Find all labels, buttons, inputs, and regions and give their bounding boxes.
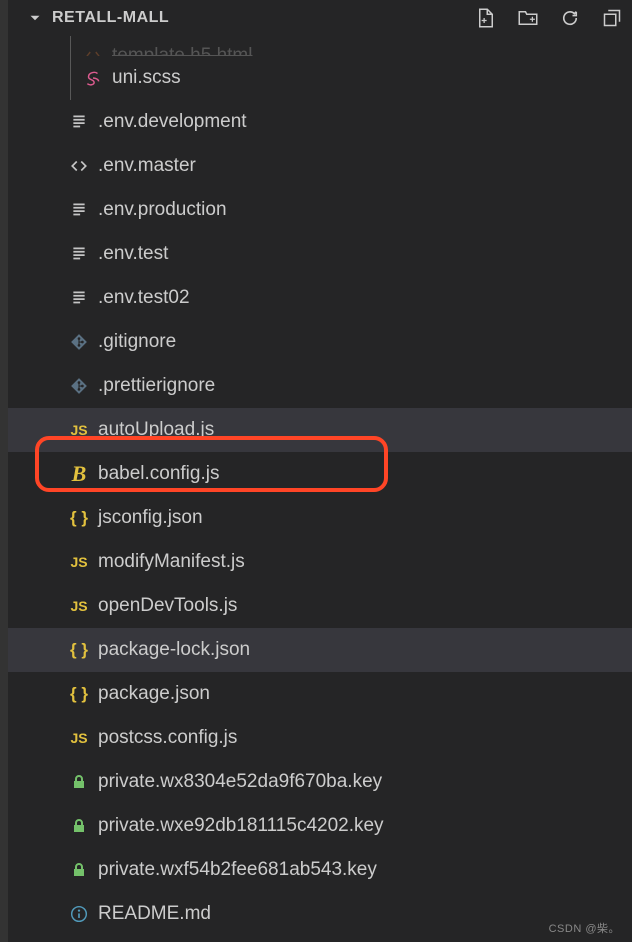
file-item[interactable]: JS modifyManifest.js xyxy=(8,540,632,584)
file-label: postcss.config.js xyxy=(98,727,237,749)
file-item[interactable]: JS autoUpload.js xyxy=(8,408,632,452)
file-item[interactable]: { } package-lock.json xyxy=(8,628,632,672)
braces-icon: { } xyxy=(66,508,92,528)
braces-icon: { } xyxy=(66,684,92,704)
project-title: RETALL-MALL xyxy=(52,9,474,27)
file-label: template.h5.html xyxy=(112,45,252,56)
file-tree: template.h5.html uni.scss .env.development… xyxy=(8,36,632,936)
indent-guide xyxy=(70,36,71,56)
file-item[interactable]: { } jsconfig.json xyxy=(8,496,632,540)
file-label: .env.master xyxy=(98,155,196,177)
file-item[interactable]: private.wxf54b2fee681ab543.key xyxy=(8,848,632,892)
file-item[interactable]: .env.production xyxy=(8,188,632,232)
file-item[interactable]: { } package.json xyxy=(8,672,632,716)
lock-icon xyxy=(66,818,92,834)
new-folder-icon[interactable] xyxy=(516,6,540,30)
collapse-all-icon[interactable] xyxy=(600,6,624,30)
file-item[interactable]: .env.development xyxy=(8,100,632,144)
file-label: .prettierignore xyxy=(98,375,215,397)
file-label: package-lock.json xyxy=(98,639,250,661)
git-icon xyxy=(66,377,92,395)
activity-bar xyxy=(0,0,8,942)
git-icon xyxy=(66,333,92,351)
file-item[interactable]: JS openDevTools.js xyxy=(8,584,632,628)
info-icon xyxy=(66,905,92,923)
file-item[interactable]: README.md xyxy=(8,892,632,936)
file-label: babel.config.js xyxy=(98,463,219,485)
file-item[interactable]: Bbabel.config.js xyxy=(8,452,632,496)
file-label: .env.test xyxy=(98,243,168,265)
lines-icon xyxy=(66,201,92,219)
file-label: .gitignore xyxy=(98,331,176,353)
lines-icon xyxy=(66,289,92,307)
lock-icon xyxy=(66,774,92,790)
file-label: README.md xyxy=(98,903,211,925)
js-icon: JS xyxy=(66,730,92,746)
explorer-panel: RETALL-MALL template.h5.html uni.scss .env… xyxy=(8,0,632,942)
lock-icon xyxy=(66,862,92,878)
file-label: private.wx8304e52da9f670ba.key xyxy=(98,771,382,793)
indent-guide xyxy=(70,56,71,100)
new-file-icon[interactable] xyxy=(474,6,498,30)
file-item[interactable]: .env.test xyxy=(8,232,632,276)
file-item[interactable]: private.wxe92db181115c4202.key xyxy=(8,804,632,848)
file-item[interactable]: uni.scss xyxy=(8,56,632,100)
file-item[interactable]: template.h5.html xyxy=(8,36,632,56)
babel-icon: B xyxy=(66,461,92,487)
file-label: .env.production xyxy=(98,199,227,221)
refresh-icon[interactable] xyxy=(558,6,582,30)
lines-icon xyxy=(66,245,92,263)
explorer-header[interactable]: RETALL-MALL xyxy=(8,0,632,36)
html-icon xyxy=(80,47,106,56)
file-label: .env.development xyxy=(98,111,247,133)
file-label: private.wxf54b2fee681ab543.key xyxy=(98,859,377,881)
file-label: uni.scss xyxy=(112,67,181,89)
lines-icon xyxy=(66,113,92,131)
file-label: .env.test02 xyxy=(98,287,190,309)
js-icon: JS xyxy=(66,598,92,614)
file-label: openDevTools.js xyxy=(98,595,237,617)
file-item[interactable]: JS postcss.config.js xyxy=(8,716,632,760)
file-label: private.wxe92db181115c4202.key xyxy=(98,815,384,837)
file-label: modifyManifest.js xyxy=(98,551,245,573)
file-item[interactable]: .gitignore xyxy=(8,320,632,364)
js-icon: JS xyxy=(66,554,92,570)
scss-icon xyxy=(80,69,106,87)
file-item[interactable]: private.wx8304e52da9f670ba.key xyxy=(8,760,632,804)
watermark: CSDN @柴。 xyxy=(549,920,620,936)
angle-icon xyxy=(66,157,92,175)
file-label: jsconfig.json xyxy=(98,507,203,529)
js-icon: JS xyxy=(66,422,92,438)
chevron-down-icon xyxy=(26,9,44,27)
file-item[interactable]: .env.master xyxy=(8,144,632,188)
braces-icon: { } xyxy=(66,640,92,660)
file-label: autoUpload.js xyxy=(98,419,214,441)
file-item[interactable]: .prettierignore xyxy=(8,364,632,408)
file-label: package.json xyxy=(98,683,210,705)
header-actions xyxy=(474,6,624,30)
file-item[interactable]: .env.test02 xyxy=(8,276,632,320)
